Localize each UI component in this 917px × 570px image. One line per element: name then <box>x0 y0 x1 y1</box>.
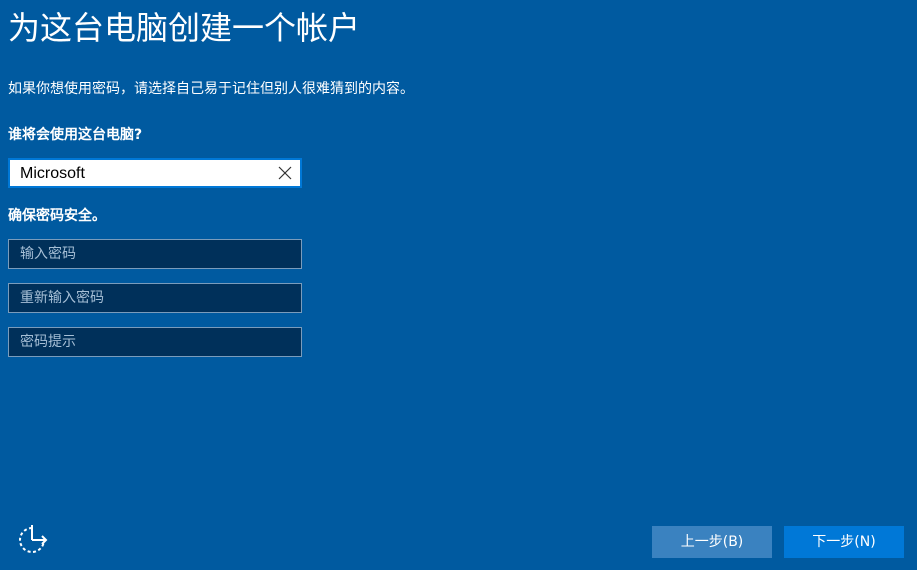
page-title: 为这台电脑创建一个帐户 <box>8 9 361 47</box>
ease-of-access-icon[interactable] <box>15 523 49 555</box>
next-button[interactable]: 下一步(N) <box>784 526 904 558</box>
password-hint-input[interactable]: 密码提示 <box>8 327 302 357</box>
password-placeholder: 输入密码 <box>20 246 76 262</box>
reenter-password-placeholder: 重新输入密码 <box>20 290 104 306</box>
username-input[interactable]: Microsoft <box>8 158 302 188</box>
user-section-label: 谁将会使用这台电脑? <box>8 127 143 143</box>
back-button[interactable]: 上一步(B) <box>652 526 772 558</box>
password-input[interactable]: 输入密码 <box>8 239 302 269</box>
reenter-password-input[interactable]: 重新输入密码 <box>8 283 302 313</box>
password-section-label: 确保密码安全。 <box>8 208 106 224</box>
password-hint-placeholder: 密码提示 <box>20 334 76 350</box>
page-description: 如果你想使用密码，请选择自己易于记住但别人很难猜到的内容。 <box>8 81 414 97</box>
username-value: Microsoft <box>20 165 85 182</box>
close-icon[interactable] <box>278 166 292 180</box>
